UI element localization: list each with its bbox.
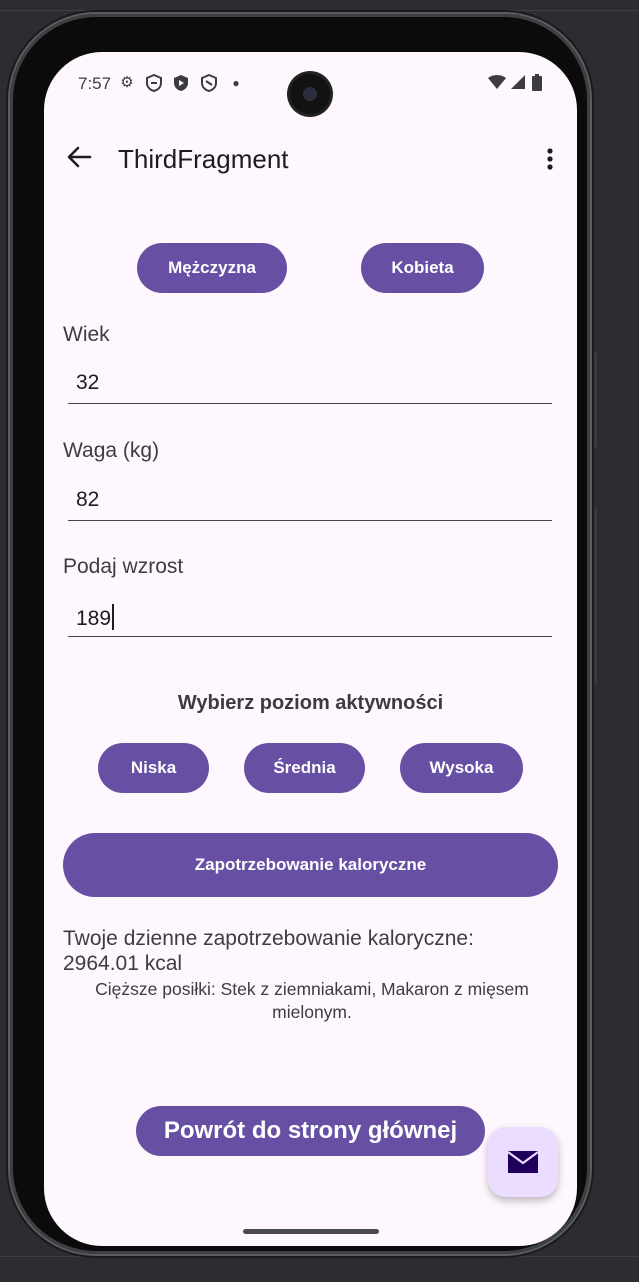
height-value-wrap: 189	[76, 604, 115, 631]
arrow-back-icon[interactable]	[64, 142, 94, 172]
phone-frame: 7:57 ⚙ ● ThirdFragment Mężczyzna Kobieta…	[10, 14, 590, 1254]
age-field[interactable]: 32	[68, 365, 552, 404]
activity-low-button[interactable]: Niska	[98, 743, 209, 793]
age-value: 32	[76, 371, 100, 394]
shield-outline-icon	[200, 73, 218, 93]
volume-button	[591, 508, 597, 684]
calorie-result-value: 2964.01 kcal	[63, 952, 183, 975]
battery-icon	[528, 74, 546, 92]
gesture-nav-handle[interactable]	[243, 1229, 379, 1234]
height-field[interactable]: 189	[68, 598, 552, 637]
status-time: 7:57	[78, 74, 112, 93]
play-shield-icon	[172, 74, 190, 92]
male-button[interactable]: Mężczyzna	[137, 243, 287, 293]
window-top-edge	[0, 0, 639, 11]
front-camera	[290, 74, 330, 114]
shield-icon	[145, 73, 163, 93]
page-title: ThirdFragment	[118, 144, 289, 174]
app-bar: ThirdFragment	[44, 136, 577, 186]
status-bar: 7:57 ⚙ ●	[44, 52, 577, 114]
mail-fab[interactable]	[488, 1127, 558, 1197]
activity-medium-button[interactable]: Średnia	[244, 743, 365, 793]
more-vert-icon[interactable]	[538, 144, 562, 174]
phone-screen: 7:57 ⚙ ● ThirdFragment Mężczyzna Kobieta…	[44, 52, 577, 1246]
activity-heading: Wybierz poziom aktywności	[177, 692, 444, 714]
height-value: 189	[76, 607, 112, 630]
signal-icon	[508, 74, 526, 92]
window-bottom-edge	[0, 1256, 639, 1282]
weight-field[interactable]: 82	[68, 482, 552, 521]
dot-icon: ●	[232, 76, 240, 90]
height-label: Podaj wzrost	[63, 555, 184, 578]
wifi-icon	[488, 74, 506, 92]
calculate-calories-button[interactable]: Zapotrzebowanie kaloryczne	[63, 833, 558, 897]
settings-icon: ⚙	[120, 74, 134, 91]
calorie-result-line1: Twoje dzienne zapotrzebowanie kaloryczne…	[63, 927, 474, 950]
meal-suggestions: Cięższe posiłki: Stek z ziemniakami, Mak…	[95, 979, 529, 1022]
weight-value: 82	[76, 488, 100, 511]
age-label: Wiek	[63, 323, 110, 346]
activity-high-button[interactable]: Wysoka	[400, 743, 523, 793]
mail-icon	[507, 1151, 539, 1173]
text-cursor	[112, 604, 115, 630]
weight-label: Waga (kg)	[63, 439, 160, 462]
power-button	[591, 352, 597, 448]
female-button[interactable]: Kobieta	[361, 243, 484, 293]
back-home-button[interactable]: Powrót do strony głównej	[136, 1106, 485, 1156]
calorie-result: Twoje dzienne zapotrzebowanie kaloryczne…	[63, 926, 563, 976]
